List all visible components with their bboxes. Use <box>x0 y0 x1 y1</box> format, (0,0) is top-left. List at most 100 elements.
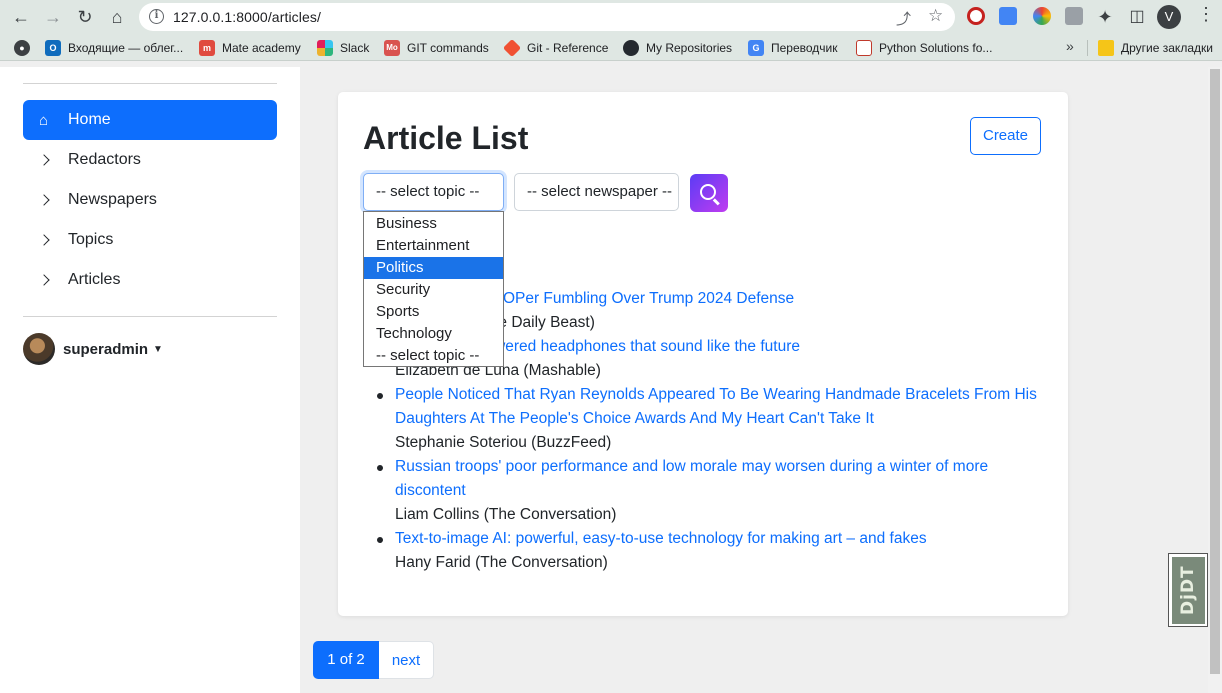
search-icon <box>699 183 716 200</box>
translate-extension-icon[interactable] <box>999 7 1017 25</box>
topic-option[interactable]: Entertainment <box>364 235 503 257</box>
share-icon[interactable]: ⤴ <box>896 8 911 29</box>
photo-extension-icon[interactable] <box>1065 7 1083 25</box>
page-scrollbar[interactable] <box>1208 67 1222 693</box>
profile-avatar[interactable]: V <box>1157 5 1181 29</box>
newspaper-select[interactable]: -- select newspaper -- <box>514 173 679 211</box>
list-item: People Noticed That Ryan Reynolds Appear… <box>375 383 1055 455</box>
sidebar-item-label: Articles <box>68 271 121 288</box>
topic-option[interactable]: -- select topic -- <box>364 345 503 367</box>
bookmark-label: Входящие — облег... <box>68 41 184 55</box>
topic-option[interactable]: Security <box>364 279 503 301</box>
list-item: Text-to-image AI: powerful, easy-to-use … <box>375 527 1055 575</box>
chevron-right-icon <box>38 154 50 166</box>
debug-toolbar-label: DjDT <box>1172 557 1205 624</box>
page-title: Article List <box>363 120 529 156</box>
reload-icon[interactable]: ↻ <box>73 5 97 29</box>
sidebar-item-home[interactable]: ⌂ Home <box>23 100 277 140</box>
article-link[interactable]: Text-to-image AI: powerful, easy-to-use … <box>395 527 1055 551</box>
topic-option[interactable]: Business <box>364 213 503 235</box>
bookmark-label: Python Solutions fo... <box>879 41 993 55</box>
bookmark-label: My Repositories <box>646 41 733 55</box>
puzzle-extensions-icon[interactable]: ✦ <box>1093 5 1117 29</box>
bookmark-label: Mate academy <box>222 41 301 55</box>
home-icon: ⌂ <box>39 111 49 129</box>
bookmark-label: Переводчик <box>771 41 838 55</box>
git-icon <box>502 38 522 58</box>
sidebar-item-label: Topics <box>68 231 114 248</box>
sidebar-divider <box>23 316 277 317</box>
scrollbar-thumb[interactable] <box>1210 69 1220 674</box>
home-icon[interactable]: ⌂ <box>105 5 129 29</box>
extension-icon[interactable] <box>967 7 985 25</box>
article-author: Liam Collins (The Conversation) <box>395 506 617 523</box>
chevron-right-icon <box>38 194 50 206</box>
article-author: Hany Farid (The Conversation) <box>395 554 608 571</box>
other-bookmarks[interactable]: Другие закладки <box>1098 40 1213 56</box>
slack-icon <box>317 40 333 56</box>
folder-icon <box>1098 40 1114 56</box>
github-icon <box>623 40 639 56</box>
mate-academy-icon: m <box>199 40 215 56</box>
bookmark-label: Git - Reference <box>527 41 609 55</box>
topic-dropdown-list: Business Entertainment Politics Security… <box>363 211 504 367</box>
topic-select[interactable]: -- select topic -- <box>363 173 504 211</box>
side-panel-icon[interactable]: ◫ <box>1125 5 1149 29</box>
bookmark-git-reference[interactable]: Git - Reference <box>502 38 609 58</box>
translate-icon: G <box>748 40 764 56</box>
address-bar[interactable]: i 127.0.0.1:8000/articles/ ⤴ ☆ <box>139 3 955 31</box>
bookmarks-bar: ● O Входящие — облег... m Mate academy Sla… <box>0 34 1222 61</box>
bookmark-label: Slack <box>340 41 370 55</box>
bookmark-label: GIT commands <box>407 41 489 55</box>
python-solutions-icon <box>856 40 872 56</box>
sidebar-item-redactors[interactable]: Redactors <box>23 140 277 180</box>
bookmark-translator[interactable]: G Переводчик <box>748 40 838 56</box>
chevron-right-icon <box>38 274 50 286</box>
sidebar-item-newspapers[interactable]: Newspapers <box>23 180 277 220</box>
site-info-icon[interactable]: i <box>149 9 164 24</box>
bookmark-outlook[interactable]: O Входящие — облег... <box>45 40 183 56</box>
forward-arrow-icon[interactable]: → <box>41 5 65 29</box>
username: superadmin <box>63 340 149 358</box>
article-link[interactable]: Russian troops' poor performance and low… <box>395 455 1055 503</box>
chevron-right-icon <box>38 234 50 246</box>
other-bookmarks-label: Другие закладки <box>1121 41 1213 55</box>
bookmark-slack[interactable]: Slack <box>317 40 369 56</box>
bookmark-mate-academy[interactable]: m Mate academy <box>199 40 301 56</box>
user-menu[interactable]: superadmin ▼ <box>23 333 163 365</box>
browser-menu-icon[interactable]: ⋮ <box>1197 5 1215 23</box>
color-extension-icon[interactable] <box>1033 7 1051 25</box>
topic-option[interactable]: Sports <box>364 301 503 323</box>
url-text: 127.0.0.1:8000/articles/ <box>173 9 321 25</box>
bookmark-git-commands[interactable]: Mo GIT commands <box>384 40 489 56</box>
debug-toolbar-handle[interactable]: DjDT <box>1168 553 1208 627</box>
sidebar-item-label: Home <box>68 111 111 128</box>
back-arrow-icon[interactable]: ← <box>9 5 33 29</box>
list-item: Russian troops' poor performance and low… <box>375 455 1055 527</box>
topic-option-highlighted[interactable]: Politics <box>364 257 503 279</box>
sidebar: ⌂ Home Redactors Newspapers Topics Artic… <box>0 67 300 693</box>
git-commands-icon: Mo <box>384 40 400 56</box>
pagination-next[interactable]: next <box>379 641 434 679</box>
bookmark-star-icon[interactable]: ☆ <box>928 6 943 26</box>
pagination-current: 1 of 2 <box>313 641 379 679</box>
sidebar-item-label: Newspapers <box>68 191 157 208</box>
bookmark-my-repositories[interactable]: My Repositories <box>623 40 732 56</box>
sidebar-item-label: Redactors <box>68 151 141 168</box>
article-link[interactable]: People Noticed That Ryan Reynolds Appear… <box>395 383 1055 431</box>
more-bookmarks-chevron-icon[interactable]: » <box>1066 38 1074 54</box>
article-author: Stephanie Soteriou (BuzzFeed) <box>395 434 612 451</box>
bookmarks-divider <box>1087 40 1088 56</box>
sidebar-item-topics[interactable]: Topics <box>23 220 277 260</box>
topic-option[interactable]: Technology <box>364 323 503 345</box>
browser-toolbar: ← → ↻ ⌂ i 127.0.0.1:8000/articles/ ⤴ ☆ ✦… <box>0 0 1222 34</box>
sidebar-divider <box>23 83 277 84</box>
avatar <box>23 333 55 365</box>
create-button[interactable]: Create <box>970 117 1041 155</box>
sidebar-item-articles[interactable]: Articles <box>23 260 277 300</box>
caret-down-icon: ▼ <box>153 343 163 355</box>
search-button[interactable] <box>690 174 728 212</box>
bookmark-python-solutions[interactable]: Python Solutions fo... <box>856 40 992 56</box>
outlook-icon: O <box>45 40 61 56</box>
globe-icon[interactable]: ● <box>14 40 30 56</box>
